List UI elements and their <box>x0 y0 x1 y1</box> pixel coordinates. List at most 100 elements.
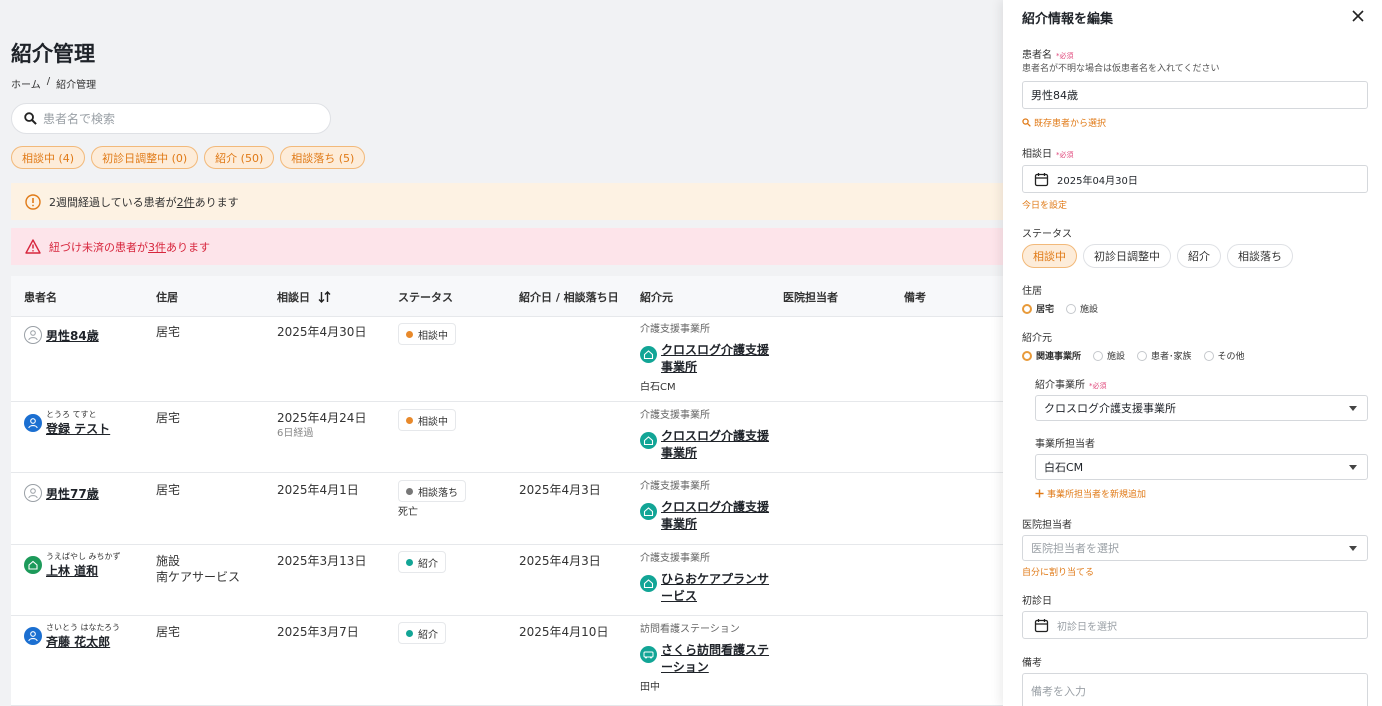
patient-kana: とうろ てすと <box>46 410 97 419</box>
warning-alert: 2週間経過している患者が2件あります <box>11 183 1003 220</box>
set-today-link[interactable]: 今日を設定 <box>1022 198 1067 211</box>
warning-count-link[interactable]: 2件 <box>177 196 195 209</box>
search-box[interactable] <box>11 103 331 134</box>
status-pills: 相談中 初診日調整中 紹介 相談落ち <box>1022 244 1293 268</box>
residence-radio-home-label: 居宅 <box>1036 305 1055 315</box>
header-residence: 住居 <box>156 291 178 304</box>
patient-cell: 男性77歳 <box>24 482 99 502</box>
status-pill-adjusting[interactable]: 初診日調整中 <box>1083 244 1171 268</box>
assign-self-link[interactable]: 自分に割り当てる <box>1022 565 1094 578</box>
patient-name-link[interactable]: 男性84歳 <box>46 327 99 344</box>
home-care-icon <box>640 575 657 592</box>
referral-source-cell: 介護支援事業所 クロスログ介護支援事業所 <box>640 408 773 462</box>
referral-cm: 田中 <box>640 682 660 693</box>
chevron-down-icon <box>1349 464 1357 470</box>
header-consult-date-label: 相談日 <box>277 291 310 304</box>
person-icon <box>24 326 42 344</box>
referral-table: 患者名 住居 相談日 ステータス 紹介日 / 相談落ち日 紹介元 医院担当者 備… <box>11 276 1003 706</box>
filter-chip-dropped[interactable]: 相談落ち (5) <box>280 146 366 169</box>
consult-date-value: 2025年04月30日 <box>1057 175 1138 187</box>
residence-label: 住居 <box>1022 286 1042 297</box>
source-radio-family[interactable]: 患者･家族 <box>1137 349 1192 362</box>
consult-date-field[interactable]: 2025年04月30日 <box>1022 165 1368 193</box>
referral-source-link[interactable]: クロスログ介護支援事業所 <box>661 499 773 533</box>
referral-source-type: 介護支援事業所 <box>640 553 710 564</box>
select-existing-label: 既存患者から選択 <box>1034 119 1107 129</box>
patient-cell: さいとう はなたろう 斉藤 花太郎 <box>24 623 120 650</box>
patient-name-link[interactable]: 男性77歳 <box>46 485 99 502</box>
patient-name-link[interactable]: 斉藤 花太郎 <box>46 633 120 650</box>
status-badge-label: 紹介 <box>418 558 438 570</box>
residence-value: 居宅 <box>156 325 181 339</box>
residence-radio-facility[interactable]: 施設 <box>1066 302 1098 315</box>
clinic-staff-label: 医院担当者 <box>1022 520 1072 531</box>
status-pill-referred[interactable]: 紹介 <box>1177 244 1221 268</box>
page-title: 紹介管理 <box>11 42 95 66</box>
sort-icon[interactable] <box>318 291 331 303</box>
first-visit-field[interactable]: 初診日を選択 <box>1022 611 1368 639</box>
referral-source-link[interactable]: さくら訪問看護ステーション <box>661 642 773 676</box>
consult-date-value: 2025年4月30日 <box>277 325 367 339</box>
source-radio-other[interactable]: その他 <box>1203 349 1245 362</box>
warning-triangle-icon <box>25 239 41 254</box>
notes-textarea[interactable]: 備考を入力 <box>1022 673 1368 706</box>
source-radio-related[interactable]: 関連事業所 <box>1022 349 1081 362</box>
status-note: 死亡 <box>398 507 418 518</box>
person-icon <box>24 627 42 645</box>
referral-source-link[interactable]: ひらおケアプランサービス <box>661 571 773 605</box>
table-row[interactable]: とうろ てすと 登録 テスト 居宅 2025年4月24日 6日経過 相談中 介護支援… <box>11 402 1003 473</box>
residence-value: 居宅 <box>156 625 181 639</box>
referral-source-radios: 関連事業所 施設 患者･家族 その他 <box>1022 349 1245 362</box>
source-radio-related-label: 関連事業所 <box>1036 352 1082 362</box>
status-pill-consulting[interactable]: 相談中 <box>1022 244 1077 268</box>
error-text: 紐づけ未済の患者が <box>49 240 148 254</box>
filter-chip-consulting[interactable]: 相談中 (4) <box>11 146 86 169</box>
consult-date-text: 2025年4月24日 <box>277 411 367 425</box>
referral-source-link[interactable]: クロスログ介護支援事業所 <box>661 428 773 462</box>
table-row[interactable]: さいとう はなたろう 斉藤 花太郎 居宅 2025年3月7日 紹介 2025年4月… <box>11 616 1003 706</box>
close-icon[interactable] <box>1350 8 1366 24</box>
breadcrumb-home[interactable]: ホーム <box>11 76 41 91</box>
referral-source-type: 介護支援事業所 <box>640 324 710 335</box>
residence-radio-home[interactable]: 居宅 <box>1022 302 1054 315</box>
office-label: 紹介事業所 *必須 <box>1035 376 1107 391</box>
error-count-link[interactable]: 3件 <box>148 241 166 254</box>
notes-label: 備考 <box>1022 658 1042 669</box>
patient-name-field[interactable]: 男性84歳 <box>1022 81 1368 109</box>
filter-chip-referred[interactable]: 紹介 (50) <box>204 146 275 169</box>
status-badge-label: 相談落ち <box>418 487 458 499</box>
add-staff-link[interactable]: 事業所担当者を新規追加 <box>1035 487 1146 500</box>
select-existing-link[interactable]: 既存患者から選択 <box>1022 116 1106 129</box>
referral-source-link[interactable]: クロスログ介護支援事業所 <box>661 342 773 376</box>
patient-name-link[interactable]: 登録 テスト <box>46 420 110 437</box>
filter-chip-adjusting[interactable]: 初診日調整中 (0) <box>91 146 199 169</box>
table-row[interactable]: 男性84歳 居宅 2025年4月30日 相談中 介護支援事業所 クロスログ介護支… <box>11 317 1003 402</box>
error-alert: 紐づけ未済の患者が3件あります <box>11 228 1003 265</box>
status-badge: 相談中 <box>398 409 456 431</box>
referral-date-value: 2025年4月3日 <box>519 554 601 568</box>
source-radio-facility[interactable]: 施設 <box>1093 349 1125 362</box>
home-care-icon <box>640 432 657 449</box>
header-consult-date[interactable]: 相談日 <box>277 289 331 305</box>
header-notes: 備考 <box>904 291 926 304</box>
office-staff-select[interactable]: 白石CM <box>1035 454 1368 480</box>
referral-source-type: 介護支援事業所 <box>640 481 710 492</box>
first-visit-label: 初診日 <box>1022 596 1052 607</box>
first-visit-placeholder: 初診日を選択 <box>1057 621 1117 633</box>
residence-value: 居宅 <box>156 483 181 497</box>
patient-name-link[interactable]: 上林 道和 <box>46 562 121 579</box>
search-input[interactable] <box>43 111 303 126</box>
table-row[interactable]: うえばやし みちかず 上林 道和 施設 南ケアサービス 2025年3月13日 紹介 … <box>11 545 1003 616</box>
required-mark: *必須 <box>1056 151 1074 159</box>
clinic-staff-select[interactable]: 医院担当者を選択 <box>1022 535 1368 561</box>
chevron-down-icon <box>1349 545 1357 551</box>
table-row[interactable]: 男性77歳 居宅 2025年4月1日 相談落ち 死亡 2025年4月3日 介護支… <box>11 473 1003 545</box>
status-badge-label: 相談中 <box>418 416 448 428</box>
office-select[interactable]: クロスログ介護支援事業所 <box>1035 395 1368 421</box>
plus-icon <box>1035 489 1044 498</box>
residence-radio-facility-label: 施設 <box>1080 305 1099 315</box>
referral-source-type: 訪問看護ステーション <box>640 624 740 635</box>
patient-kana: うえばやし みちかず <box>46 552 121 561</box>
status-pill-dropped[interactable]: 相談落ち <box>1227 244 1293 268</box>
main-area: 紹介管理 ホーム / 紹介管理 相談中 (4) 初診日調整中 (0) 紹介 (5… <box>0 0 1003 706</box>
